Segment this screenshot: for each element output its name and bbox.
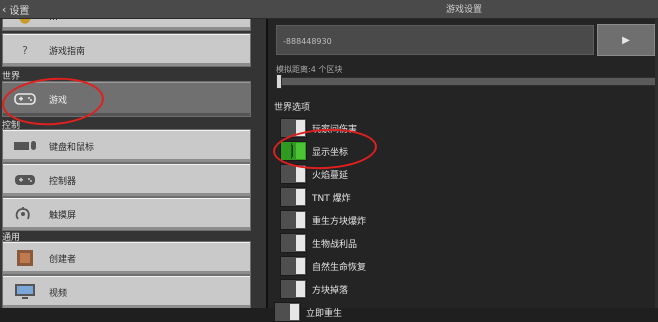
chevron-left-icon: ‹ <box>2 2 7 16</box>
world-settings-panel: -888448930 ▶ 模拟距离:4 个区块 世界选项 玩家间伤害显示坐标火焰… <box>268 19 658 322</box>
keyboard-mouse-icon <box>11 135 39 157</box>
sidebar-item-label: 键盘和鼠标 <box>49 142 95 153</box>
toggle-knob <box>290 304 299 320</box>
gamepad-icon <box>11 88 39 110</box>
sidebar-item-label: 控制器 <box>49 176 77 187</box>
sidebar-item-label: 触摸屏 <box>49 210 77 221</box>
sidebar-item-video[interactable]: 视频 <box>2 275 251 308</box>
option-label: 自然生命恢复 <box>312 263 367 273</box>
option-toggle[interactable] <box>280 256 307 276</box>
toggle-knob <box>296 189 305 205</box>
sidebar-item-creator[interactable]: 创建者 <box>2 241 251 275</box>
lock-icon: ● <box>11 19 39 29</box>
option-label: 方块掉落 <box>312 286 349 296</box>
sidebar-item-label: 游戏 <box>49 95 68 106</box>
option-toggle[interactable] <box>280 164 307 184</box>
seed-input[interactable]: -888448930 <box>276 25 594 55</box>
toggle-knob <box>296 281 305 297</box>
sidebar-item-controller[interactable]: 控制器 <box>2 163 251 197</box>
option-toggle[interactable] <box>280 187 307 207</box>
simulation-distance-label: 模拟距离:4 个区块 <box>276 65 343 74</box>
back-button[interactable]: ‹ 设置 <box>2 1 29 17</box>
simulation-distance-slider[interactable] <box>276 77 656 86</box>
toggle-knob <box>296 120 305 136</box>
toggle-knob <box>296 258 305 274</box>
seed-go-button[interactable]: ▶ <box>597 24 655 56</box>
toggle-knob <box>296 212 305 228</box>
option-label: 玩家间伤害 <box>312 125 358 135</box>
play-arrow-icon: ▶ <box>622 34 630 46</box>
monitor-icon <box>11 281 39 303</box>
question-icon: ? <box>22 43 28 57</box>
sidebar-item-keyboard-mouse[interactable]: 键盘和鼠标 <box>2 129 251 163</box>
option-label: 显示坐标 <box>312 148 349 158</box>
title-bar: ‹ 设置 游戏设置 <box>0 0 658 19</box>
option-label: 生物战利品 <box>312 240 358 250</box>
page-title: 游戏设置 <box>445 5 482 15</box>
controller-icon <box>11 169 39 191</box>
option-label: 火焰蔓延 <box>312 171 349 181</box>
back-label: 设置 <box>9 5 30 17</box>
sidebar-item-partial[interactable]: ● … <box>2 19 251 31</box>
sidebar-item-touchscreen[interactable]: 触摸屏 <box>2 197 251 231</box>
option-label: 重生方块爆炸 <box>312 217 367 227</box>
slider-thumb[interactable] <box>276 74 282 89</box>
sidebar-item-label: 创建者 <box>49 254 77 265</box>
sidebar-item-label: 视频 <box>49 288 68 299</box>
option-label: TNT 爆炸 <box>312 194 351 204</box>
sidebar-item-label: 游戏指南 <box>49 46 86 57</box>
toggle-knob <box>282 143 292 159</box>
touch-icon <box>11 203 39 225</box>
option-toggle[interactable] <box>280 118 307 138</box>
toggle-knob <box>296 235 305 251</box>
creator-icon <box>11 247 39 269</box>
toggle-knob <box>296 166 305 182</box>
option-toggle[interactable] <box>280 141 307 161</box>
option-toggle[interactable] <box>280 233 307 253</box>
sidebar-item-guide[interactable]: ? 游戏指南 <box>2 33 251 67</box>
option-toggle[interactable] <box>274 302 301 322</box>
sidebar-item-label: … <box>49 19 58 23</box>
option-toggle[interactable] <box>280 210 307 230</box>
world-options-label: 世界选项 <box>274 103 311 113</box>
sidebar-item-game[interactable]: 游戏 <box>2 81 251 117</box>
option-toggle[interactable] <box>280 279 307 299</box>
toggle-on-fill <box>296 143 305 159</box>
settings-sidebar: ● … ? 游戏指南 世界 游戏 控制 键盘和鼠标 控制器 触摸屏 通用 创 <box>0 19 266 308</box>
